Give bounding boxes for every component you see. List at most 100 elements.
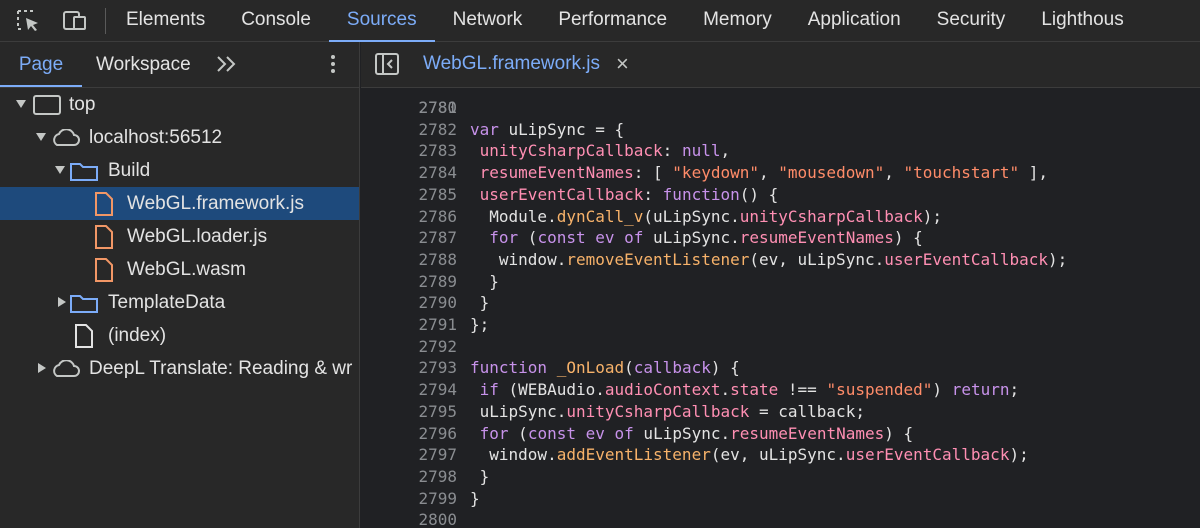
code-token: ) { [884,423,914,443]
code-token: uLipSync. [643,228,740,248]
code-text: for (const ev of uLipSync.resumeEventNam… [470,423,914,445]
line-number: 2798 [418,466,457,486]
code-token: window. [470,249,567,269]
code-token: addEventListener [556,445,711,465]
line-number: 2785 [418,184,457,204]
code-text: for (const ev of uLipSync.resumeEventNam… [470,227,923,249]
close-icon[interactable]: × [616,42,629,87]
tab-performance[interactable]: Performance [540,0,685,42]
tree-item-webgl-loader[interactable]: WebGL.loader.js [0,220,359,253]
tree-item-webgl-framework[interactable]: WebGL.framework.js [0,187,359,220]
code-text: } [470,292,490,314]
code-token: ; [1009,380,1020,400]
code-text: }; [470,314,489,336]
tab-application[interactable]: Application [790,0,919,42]
code-token: } [470,271,499,291]
tree-item-index[interactable]: (index) [0,319,359,352]
toggle-navigator-icon[interactable] [375,53,399,75]
tab-security[interactable]: Security [919,0,1024,42]
code-area[interactable]: 2780 2781 2782 var uLipSync = {2783 unityC… [361,88,1200,528]
code-line: 2796 for (const ev of uLipSync.resumeEve… [361,423,1200,445]
code-token: : [643,184,663,204]
code-token: userEventCallback [845,445,1010,465]
tree-item-build[interactable]: Build [0,154,359,187]
tab-network[interactable]: Network [435,0,541,42]
chevron-double-right-icon[interactable] [214,52,240,76]
code-token: !== [778,380,827,400]
tab-sources[interactable]: Sources [328,0,435,42]
code-token: unityCsharpCallback [566,401,750,421]
tab-console[interactable]: Console [223,0,329,42]
tab-lighthous[interactable]: Lighthous [1023,0,1141,42]
code-token: , [759,163,779,183]
tree-item-localhost[interactable]: localhost:56512 [0,121,359,154]
code-line: 2792 [361,336,1200,358]
code-token: audioContext [604,380,721,400]
tab-page[interactable]: Page [0,42,82,87]
code-token: uLipSync. [470,401,567,421]
code-line: 2783 unityCsharpCallback: null, [361,140,1200,162]
code-text: unityCsharpCallback: null, [470,140,730,162]
device-toolbar-icon[interactable] [62,9,88,33]
code-line: 2789 } [361,271,1200,293]
code-token: }; [470,315,490,334]
line-number: 2792 [418,336,457,356]
code-token: resumeEventNames [739,228,894,248]
line-number: 2797 [418,445,457,465]
code-text: } [470,271,499,293]
code-text: var uLipSync = { [470,119,624,141]
inspect-element-icon[interactable] [16,9,42,33]
tab-open-file[interactable]: WebGL.framework.js [423,42,600,87]
code-text: if (WEBAudio.audioContext.state !== "sus… [470,379,1019,401]
line-number: 2781 [418,98,457,117]
code-token: ); [1047,249,1068,269]
code-token: } [470,293,490,313]
code-token: ) { [893,228,923,248]
code-token: const [527,423,576,443]
code-token: (uLipSync. [643,206,740,226]
code-token: : [662,141,682,161]
code-line: 2785 userEventCallback: function() { [361,184,1200,206]
expand-arrow-icon[interactable] [36,133,46,141]
expand-arrow-icon[interactable] [16,100,26,108]
expand-arrow-icon[interactable] [55,166,65,174]
code-token: ) { [710,358,740,378]
line-number: 2782 [418,119,457,139]
tree-item-top[interactable]: top [0,88,359,121]
line-number: 2795 [418,401,457,421]
tree-item-deepl[interactable]: DeepL Translate: Reading & wr [0,352,359,385]
code-line: 2797 window.addEventListener(ev, uLipSyn… [361,444,1200,466]
code-line: 2799} [361,488,1200,510]
tab-workspace[interactable]: Workspace [96,42,191,87]
tab-memory[interactable]: Memory [685,0,790,42]
tab-elements[interactable]: Elements [108,0,223,42]
code-token: ( [518,228,538,248]
panel-tabs: Elements Console Sources Network Performance… [108,0,1142,42]
kebab-menu-icon[interactable] [326,52,340,76]
file-tree: top localhost:56512 Build WebGL.framewor… [0,88,359,385]
code-token: "touchstart" [903,163,1020,183]
code-text: resumeEventNames: [ "keydown", "mousedow… [470,162,1048,184]
code-text: } [470,466,490,488]
folder-icon [70,163,98,181]
code-line: 2784 resumeEventNames: [ "keydown", "mou… [361,162,1200,184]
tree-item-webgl-wasm[interactable]: WebGL.wasm [0,253,359,286]
code-token: if [479,380,499,400]
line-number: 2796 [418,423,457,443]
code-token: var [470,119,499,139]
code-token: ) [932,380,952,400]
tree-item-templatedata[interactable]: TemplateData [0,286,359,319]
expand-arrow-icon[interactable] [58,297,66,307]
code-editor: WebGL.framework.js × 2780 2781 2782 var uL… [361,42,1200,528]
code-token: "mousedown" [778,163,885,183]
expand-arrow-icon[interactable] [38,363,46,373]
code-token: } [470,466,490,486]
code-token: unityCsharpCallback [479,141,663,161]
code-token: ( [508,423,528,443]
code-token: "keydown" [672,163,759,183]
line-number: 2790 [418,293,457,313]
